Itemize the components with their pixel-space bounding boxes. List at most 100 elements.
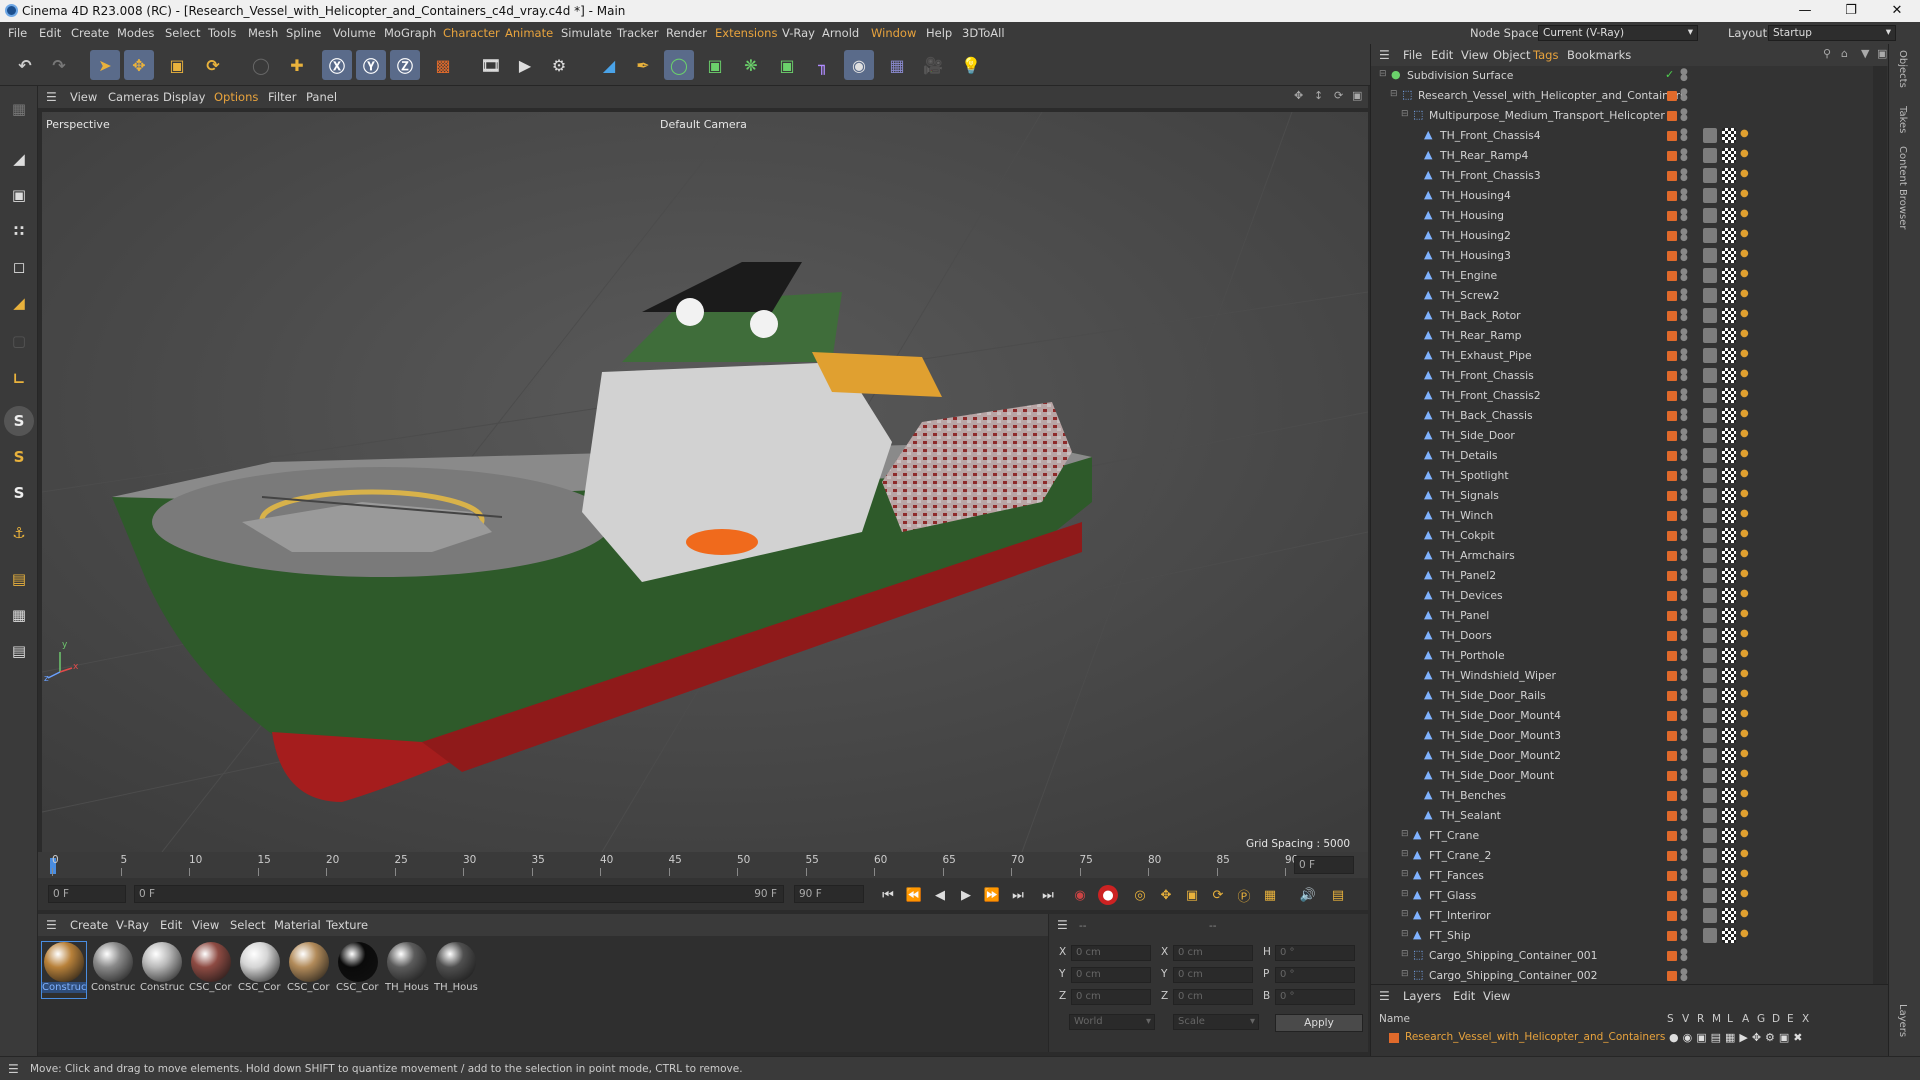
vray-material-tag-icon[interactable] <box>1703 368 1717 383</box>
object-name[interactable]: TH_Back_Rotor <box>1440 309 1521 322</box>
object-row[interactable]: ▲ TH_Side_Door_Mount ● ● ● <box>1371 766 1871 786</box>
vray-material-tag-icon[interactable] <box>1703 148 1717 163</box>
coord-size-field[interactable]: 0 cm <box>1173 945 1253 961</box>
vray-material-tag-icon[interactable] <box>1703 548 1717 563</box>
vray-material-tag-icon[interactable] <box>1703 408 1717 423</box>
menu-character[interactable]: Character <box>443 26 500 40</box>
visibility-dots-icon[interactable]: ● ● <box>1680 748 1688 763</box>
workplane-icon[interactable]: ▤ <box>4 564 34 594</box>
object-name[interactable]: Subdivision Surface <box>1407 69 1513 82</box>
object-row[interactable]: ▲ TH_Windshield_Wiper ● ● ● <box>1371 666 1871 686</box>
phong-tag-icon[interactable]: ● <box>1740 268 1752 283</box>
texture-tag-icon[interactable] <box>1722 228 1736 243</box>
texture-tag-icon[interactable] <box>1722 468 1736 483</box>
phong-tag-icon[interactable]: ● <box>1740 628 1752 643</box>
frame-range-slider[interactable]: 0 F 90 F <box>134 885 784 903</box>
redo-icon[interactable]: ↷ <box>44 50 74 80</box>
layer-color-swatch[interactable] <box>1667 251 1677 261</box>
object-name[interactable]: TH_Housing4 <box>1440 189 1511 202</box>
vp-menu-cameras[interactable]: Cameras <box>108 90 159 104</box>
object-name[interactable]: TH_Panel2 <box>1440 569 1496 582</box>
object-row[interactable]: ▲ TH_Side_Door_Rails ● ● ● <box>1371 686 1871 706</box>
object-row[interactable]: ▲ TH_Housing4 ● ● ● <box>1371 186 1871 206</box>
goto-start-icon[interactable]: ⏮ <box>878 885 898 905</box>
home-icon[interactable]: ⌂ <box>1841 47 1848 60</box>
texture-tag-icon[interactable] <box>1722 448 1736 463</box>
visibility-dots-icon[interactable]: ● ● <box>1680 888 1688 903</box>
menu-spline[interactable]: Spline <box>286 26 321 40</box>
search-icon[interactable]: ⚲ <box>1823 47 1831 60</box>
model-mode-icon[interactable]: ◢ <box>4 144 34 174</box>
undo-icon[interactable]: ↶ <box>10 50 40 80</box>
axis-x-lock-icon[interactable]: Ⓧ <box>322 50 352 80</box>
cube-primitive-icon[interactable]: ◢ <box>594 50 624 80</box>
phong-tag-icon[interactable]: ● <box>1740 208 1752 223</box>
menu-mograph[interactable]: MoGraph <box>384 26 436 40</box>
visibility-dots-icon[interactable]: ● ● <box>1680 688 1688 703</box>
phong-tag-icon[interactable]: ● <box>1740 388 1752 403</box>
expand-toggle-icon[interactable]: ⊟ <box>1401 829 1409 839</box>
menu-render[interactable]: Render <box>666 26 707 40</box>
vray-material-tag-icon[interactable] <box>1703 788 1717 803</box>
locked-workplane-icon[interactable]: ▤ <box>4 636 34 666</box>
layer-color-swatch[interactable] <box>1667 211 1677 221</box>
coord-size-field[interactable]: 0 cm <box>1173 967 1253 983</box>
phong-tag-icon[interactable]: ● <box>1740 468 1752 483</box>
vp-rotate-icon[interactable]: ⟳ <box>1334 89 1343 102</box>
material-swatch[interactable]: TH_Hous <box>434 942 478 998</box>
vray-material-tag-icon[interactable] <box>1703 488 1717 503</box>
object-name[interactable]: FT_Glass <box>1429 889 1476 902</box>
material-swatch[interactable]: CSC_Cor <box>238 942 282 998</box>
coordinate-system-icon[interactable]: ▩ <box>428 50 458 80</box>
phong-tag-icon[interactable]: ● <box>1740 768 1752 783</box>
vp-dolly-icon[interactable]: ↕ <box>1314 89 1323 102</box>
phong-tag-icon[interactable]: ● <box>1740 548 1752 563</box>
visibility-dots-icon[interactable]: ● ● <box>1680 908 1688 923</box>
restore-icon[interactable]: ❐ <box>1828 0 1874 22</box>
texture-tag-icon[interactable] <box>1722 568 1736 583</box>
visibility-dots-icon[interactable]: ● ● <box>1680 248 1688 263</box>
layer-color-swatch[interactable] <box>1667 851 1677 861</box>
phong-tag-icon[interactable]: ● <box>1740 608 1752 623</box>
object-name[interactable]: TH_Benches <box>1440 789 1506 802</box>
object-name[interactable]: TH_Panel <box>1440 609 1489 622</box>
snap-settings-icon[interactable]: S <box>4 442 34 472</box>
object-name[interactable]: TH_Housing2 <box>1440 229 1511 242</box>
layer-color-swatch[interactable] <box>1667 571 1677 581</box>
visibility-dots-icon[interactable]: ● ● <box>1680 148 1688 163</box>
vray-material-tag-icon[interactable] <box>1703 248 1717 263</box>
texture-tag-icon[interactable] <box>1722 648 1736 663</box>
enabled-check-icon[interactable]: ✓ <box>1665 68 1674 81</box>
object-name[interactable]: TH_Rear_Ramp <box>1440 329 1521 342</box>
object-name[interactable]: FT_Ship <box>1429 929 1471 942</box>
prev-key-icon[interactable]: ⏪ <box>904 885 924 905</box>
layer-color-swatch[interactable] <box>1667 611 1677 621</box>
texture-tag-icon[interactable] <box>1722 588 1736 603</box>
object-name[interactable]: TH_Side_Door_Rails <box>1440 689 1546 702</box>
object-name[interactable]: TH_Exhaust_Pipe <box>1440 349 1532 362</box>
visibility-dots-icon[interactable]: ● ● <box>1680 668 1688 683</box>
sound-icon[interactable]: 🔊 <box>1298 885 1318 905</box>
visibility-dots-icon[interactable]: ● ● <box>1680 768 1688 783</box>
texture-tag-icon[interactable] <box>1722 248 1736 263</box>
object-row[interactable]: ▲ TH_Front_Chassis2 ● ● ● <box>1371 386 1871 406</box>
object-name[interactable]: TH_Side_Door_Mount3 <box>1440 729 1561 742</box>
object-name[interactable]: TH_Side_Door <box>1440 429 1515 442</box>
object-name[interactable]: Multipurpose_Medium_Transport_Helicopter <box>1429 109 1665 122</box>
grid-icon[interactable]: ▦ <box>4 600 34 630</box>
layer-color-swatch[interactable] <box>1667 391 1677 401</box>
coord-position-field[interactable]: 0 cm <box>1071 945 1151 961</box>
obj-menu-edit[interactable]: Edit <box>1431 48 1453 62</box>
layer-color-swatch[interactable] <box>1667 871 1677 881</box>
visibility-dots-icon[interactable]: ● ● <box>1680 288 1688 303</box>
layer-color-swatch[interactable] <box>1667 371 1677 381</box>
vray-material-tag-icon[interactable] <box>1703 188 1717 203</box>
live-select-icon[interactable]: ➤ <box>90 50 120 80</box>
mat-menu-texture[interactable]: Texture <box>326 918 368 932</box>
object-row[interactable]: ⊟ ⬚ Cargo_Shipping_Container_002 ● ● <box>1371 966 1871 984</box>
mat-menu-material[interactable]: Material <box>274 918 321 932</box>
visibility-dots-icon[interactable]: ● ● <box>1680 168 1688 183</box>
object-name[interactable]: TH_Doors <box>1440 629 1492 642</box>
vray-material-tag-icon[interactable] <box>1703 268 1717 283</box>
object-name[interactable]: Cargo_Shipping_Container_001 <box>1429 949 1598 962</box>
